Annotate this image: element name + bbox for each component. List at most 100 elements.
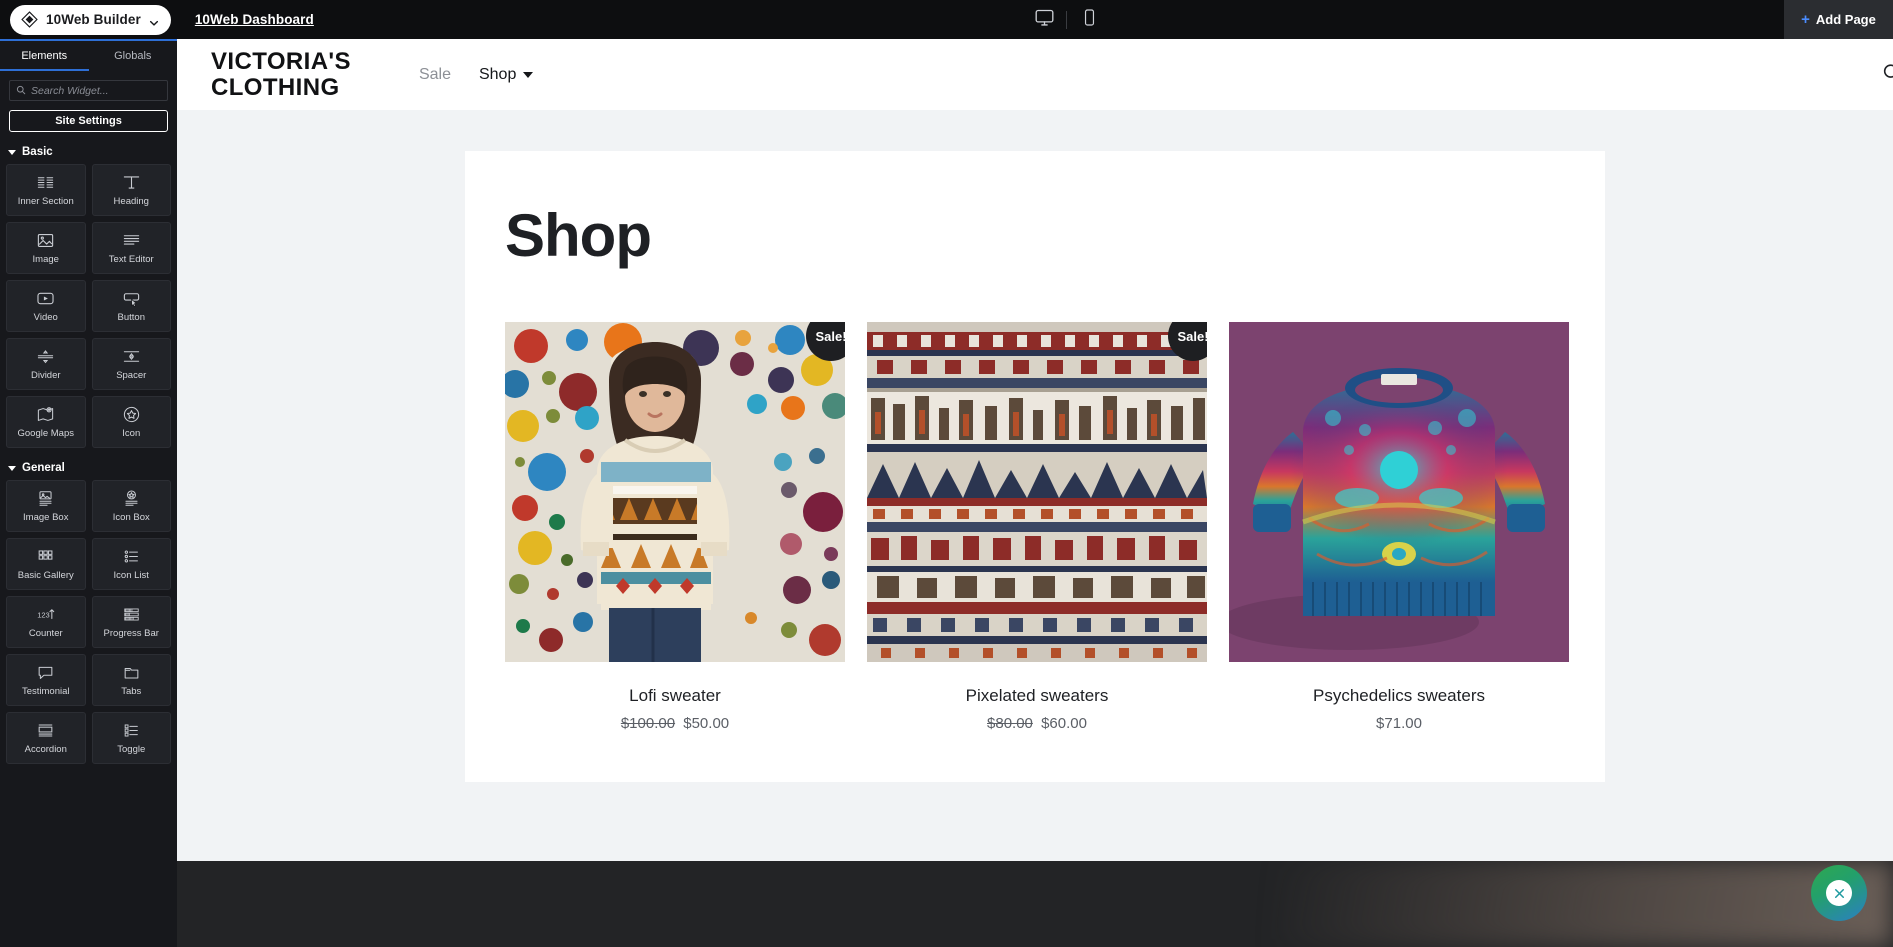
widget-label: Icon: [122, 428, 141, 439]
site-nav: Sale Shop: [419, 66, 534, 84]
add-page-button[interactable]: + Add Page: [1784, 0, 1893, 39]
widget-progress-bar[interactable]: Progress Bar: [91, 596, 171, 648]
widget-group-basic-title: Basic: [22, 146, 53, 158]
widget-heading[interactable]: Heading: [91, 164, 171, 216]
widget-label: Video: [33, 312, 58, 323]
widget-icon-box[interactable]: Icon Box: [91, 480, 171, 532]
sale-badge-label: Sale!: [815, 328, 845, 344]
widget-image-box[interactable]: Image Box: [6, 480, 86, 532]
product-name[interactable]: Pixelated sweaters: [867, 686, 1207, 706]
site-footer-section: [177, 861, 1893, 947]
mobile-phone-icon: [1080, 8, 1099, 32]
widget-label: Testimonial: [21, 686, 70, 697]
product-sale-price: $71.00: [1376, 715, 1422, 732]
product-sale-price: $60.00: [1041, 715, 1087, 732]
chevron-down-icon: [523, 71, 534, 78]
search-input[interactable]: [31, 84, 161, 97]
product-name[interactable]: Psychedelics sweaters: [1229, 686, 1569, 706]
footer-background-image: [1273, 861, 1893, 947]
widgets-sidebar: Elements Globals Site Settings Basic Inn…: [0, 39, 177, 947]
image-box-icon: [36, 489, 55, 508]
widget-inner-section[interactable]: Inner Section: [6, 164, 86, 216]
widget-basic-gallery[interactable]: Basic Gallery: [6, 538, 86, 590]
widget-testimonial[interactable]: Testimonial: [6, 654, 86, 706]
widget-image[interactable]: Image: [6, 222, 86, 274]
desktop-view-button[interactable]: [1022, 0, 1066, 39]
widget-label: Button: [117, 312, 145, 323]
close-x-icon: [1826, 880, 1852, 906]
product-image[interactable]: Sale!: [867, 322, 1207, 662]
widget-accordion[interactable]: Accordion: [6, 712, 86, 764]
button-cursor-icon: [122, 289, 141, 308]
diamond-logo-icon: [21, 11, 38, 28]
product-price: $100.00 $50.00: [505, 715, 845, 732]
widget-icon-list[interactable]: Icon List: [91, 538, 171, 590]
mobile-view-button[interactable]: [1067, 0, 1111, 39]
video-play-icon: [36, 289, 55, 308]
add-page-label: Add Page: [1815, 12, 1876, 27]
speech-bubble-icon: [36, 663, 55, 682]
widget-label: Accordion: [24, 744, 67, 755]
spacer-icon: [122, 347, 141, 366]
product-image[interactable]: Sale!: [505, 322, 845, 662]
divider-icon: [36, 347, 55, 366]
header-search-button[interactable]: [1881, 61, 1893, 88]
brand-line-2: CLOTHING: [211, 73, 340, 101]
widget-label: Image Box: [23, 512, 69, 523]
widget-label: Progress Bar: [103, 628, 159, 639]
widget-google-maps[interactable]: Google Maps: [6, 396, 86, 448]
widget-group-general-header[interactable]: General: [8, 462, 177, 474]
search-icon: [1881, 63, 1893, 87]
product-old-price: $80.00: [987, 715, 1033, 732]
widget-counter[interactable]: 123 Counter: [6, 596, 86, 648]
plus-icon: +: [1801, 11, 1810, 28]
gallery-grid-icon: [36, 547, 55, 566]
product-name[interactable]: Lofi sweater: [505, 686, 845, 706]
widget-toggle[interactable]: Toggle: [91, 712, 171, 764]
inner-section-icon: [36, 173, 55, 192]
sale-badge-label: Sale!: [1177, 328, 1207, 344]
widget-spacer[interactable]: Spacer: [91, 338, 171, 390]
widget-button[interactable]: Button: [91, 280, 171, 332]
nav-item-sale[interactable]: Sale: [419, 66, 451, 84]
tab-elements[interactable]: Elements: [0, 41, 89, 71]
icon-box-icon: [122, 489, 141, 508]
tab-globals[interactable]: Globals: [89, 41, 178, 71]
widget-icon[interactable]: Icon: [91, 396, 171, 448]
map-pin-icon: [36, 405, 55, 424]
builder-menu-button[interactable]: 10Web Builder: [10, 4, 171, 35]
widget-label: Divider: [30, 370, 61, 381]
triangle-down-icon: [8, 149, 16, 155]
widget-group-basic-header[interactable]: Basic: [8, 146, 177, 158]
site-settings-button[interactable]: Site Settings: [9, 110, 168, 132]
nav-item-shop[interactable]: Shop: [479, 66, 534, 84]
search-icon: [16, 82, 26, 100]
widget-text-editor[interactable]: Text Editor: [91, 222, 171, 274]
tab-elements-label: Elements: [21, 50, 68, 62]
widget-divider[interactable]: Divider: [6, 338, 86, 390]
product-price: $80.00 $60.00: [867, 715, 1207, 732]
product-card[interactable]: Sale! Lofi sweater $100.00 $50.00: [505, 322, 845, 732]
search-widget-field[interactable]: [9, 80, 168, 101]
desktop-monitor-icon: [1034, 7, 1055, 33]
support-chat-close-button[interactable]: [1811, 865, 1867, 921]
svg-text:123: 123: [37, 611, 50, 620]
widget-label: Image: [32, 254, 59, 265]
text-lines-icon: [122, 231, 141, 250]
site-brand[interactable]: VICTORIA'S CLOTHING: [211, 48, 351, 101]
product-card[interactable]: Psychedelics sweaters $71.00: [1229, 322, 1569, 732]
widget-label: Spacer: [116, 370, 147, 381]
star-circle-icon: [122, 405, 141, 424]
widget-video[interactable]: Video: [6, 280, 86, 332]
widget-tabs[interactable]: Tabs: [91, 654, 171, 706]
dashboard-link[interactable]: 10Web Dashboard: [195, 12, 314, 27]
product-card[interactable]: Sale! Pixelated sweaters $80.00 $60.00: [867, 322, 1207, 732]
widget-label: Icon List: [113, 570, 149, 581]
product-sale-price: $50.00: [683, 715, 730, 732]
heading-t-icon: [122, 173, 141, 192]
widget-label: Inner Section: [17, 196, 74, 207]
app-topbar: 10Web Builder 10Web Dashboard + Add Page: [0, 0, 1893, 39]
product-image[interactable]: [1229, 322, 1569, 662]
image-icon: [36, 231, 55, 250]
site-header: VICTORIA'S CLOTHING Sale Shop: [177, 39, 1893, 110]
